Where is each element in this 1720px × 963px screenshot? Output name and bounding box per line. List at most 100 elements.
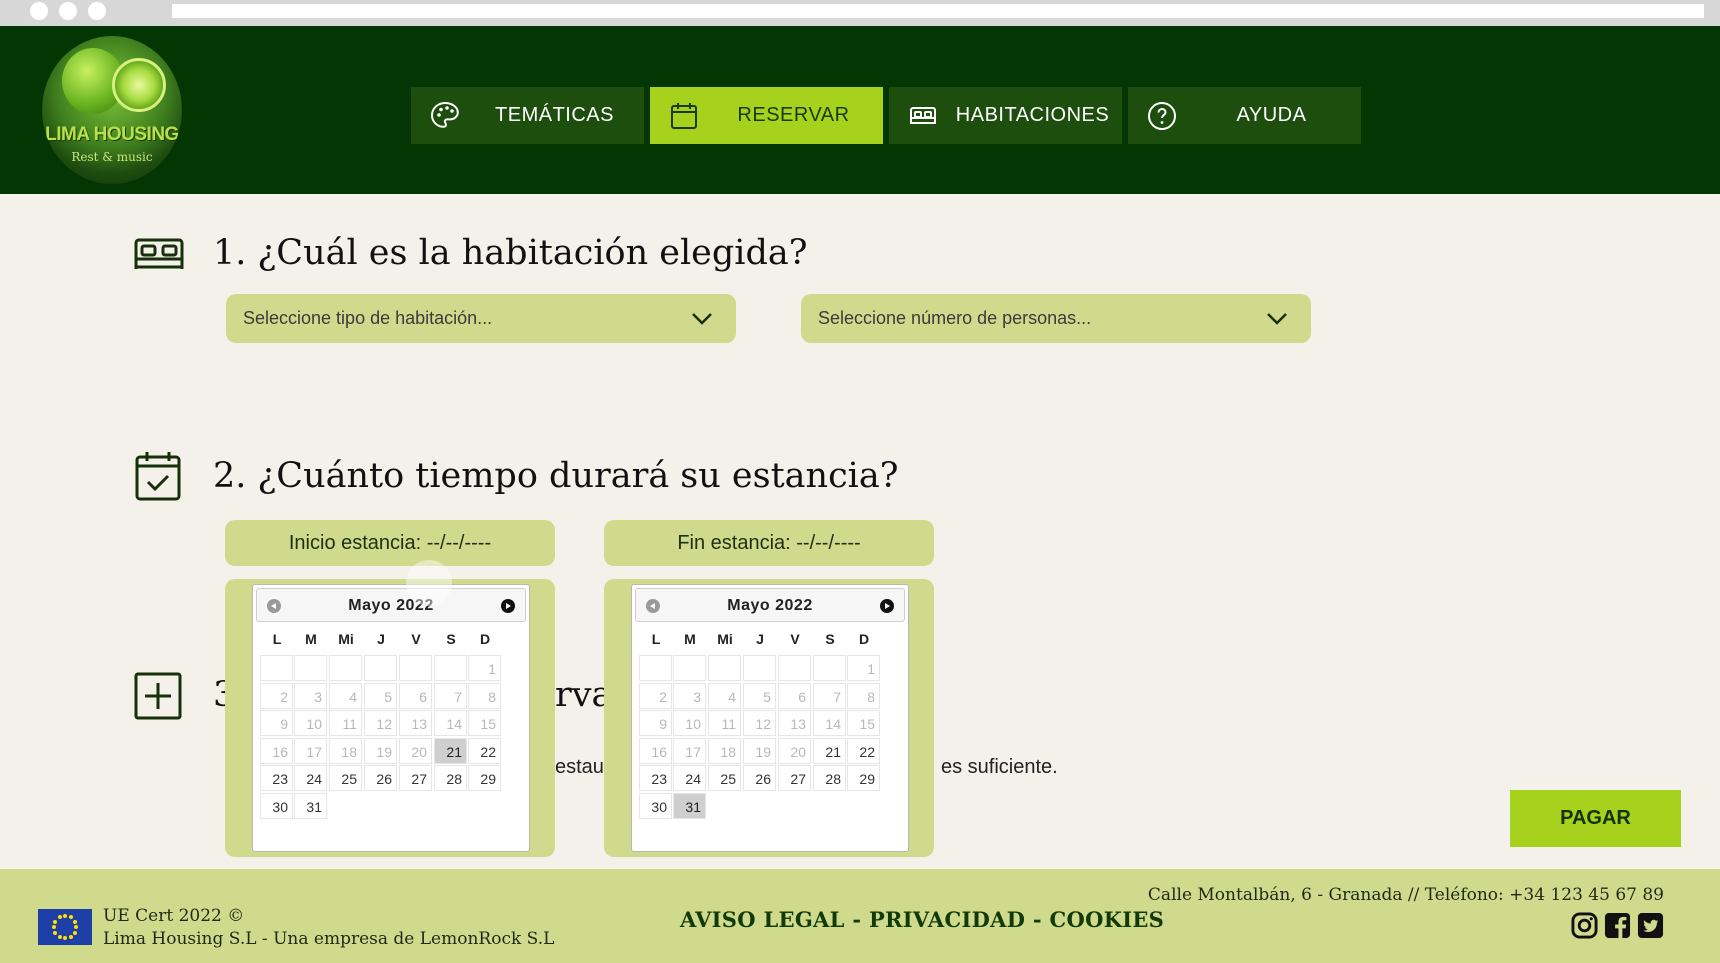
empty-day-cell xyxy=(743,655,776,681)
nav-reservar[interactable]: RESERVAR xyxy=(650,87,883,144)
calendar-day: 12 xyxy=(364,710,397,736)
calendar-day[interactable]: 26 xyxy=(364,765,397,791)
step3-text-fragment: estaur xyxy=(555,756,611,778)
site-header: LIMA HOUSING Rest & music TEMÁTICAS RESE… xyxy=(0,26,1720,194)
calendar-icon xyxy=(671,103,697,129)
calendar-day[interactable]: 22 xyxy=(847,738,880,764)
logo[interactable]: LIMA HOUSING Rest & music xyxy=(42,36,182,184)
click-ripple xyxy=(406,560,452,606)
calendar-day: 11 xyxy=(708,710,741,736)
privacidad-link[interactable]: PRIVACIDAD xyxy=(869,907,1025,932)
start-date-field[interactable]: Inicio estancia: --/--/---- xyxy=(225,520,555,566)
empty-day-cell xyxy=(778,655,811,681)
calendar-day[interactable]: 27 xyxy=(399,765,432,791)
calendar-day[interactable]: 24 xyxy=(673,765,706,791)
contact-info: Calle Montalbán, 6 - Granada // Teléfono… xyxy=(1147,885,1664,905)
calendar-day: 5 xyxy=(743,683,776,709)
calendar-day[interactable]: 29 xyxy=(847,765,880,791)
calendar-day: 8 xyxy=(468,683,501,709)
datepicker-header: Mayo 2022 xyxy=(635,588,905,622)
site-footer: UE Cert 2022 © Lima Housing S.L - Una em… xyxy=(0,869,1720,963)
calendar-check-icon xyxy=(135,452,181,501)
calendar-day: 20 xyxy=(778,738,811,764)
calendar-day: 13 xyxy=(778,710,811,736)
weekday-header: S xyxy=(825,631,835,647)
eu-star xyxy=(68,934,73,939)
step2-title: 2. ¿Cuánto tiempo durará su estancia? xyxy=(213,456,899,496)
calendar-day: 13 xyxy=(399,710,432,736)
room-type-placeholder: Seleccione tipo de habitación... xyxy=(243,308,493,328)
calendar-day[interactable]: 25 xyxy=(708,765,741,791)
calendar-day: 16 xyxy=(260,738,293,764)
calendar-day[interactable]: 30 xyxy=(639,793,672,819)
nav-label: AYUDA xyxy=(1236,104,1307,126)
calendar-day[interactable]: 25 xyxy=(329,765,362,791)
start-datepicker: Mayo 2022 L M Mi J V S D 1 2 3 4 5 6 7 8 9 10 11 12 13 14 15 1… xyxy=(252,584,530,852)
calendar-day: 2 xyxy=(639,683,672,709)
weekday-header: L xyxy=(651,631,661,647)
calendar-day: 12 xyxy=(743,710,776,736)
calendar-day[interactable]: 29 xyxy=(468,765,501,791)
calendar-day[interactable]: 28 xyxy=(813,765,846,791)
nav-tematicas[interactable]: TEMÁTICAS xyxy=(411,87,644,144)
calendar-day[interactable]: 22 xyxy=(468,738,501,764)
calendar-day[interactable]: 27 xyxy=(778,765,811,791)
aviso-legal-link[interactable]: AVISO LEGAL xyxy=(680,907,845,932)
eu-star xyxy=(57,934,62,939)
end-date-field[interactable]: Fin estancia: --/--/---- xyxy=(604,520,934,566)
weekday-header: M xyxy=(684,631,696,647)
footer-company: UE Cert 2022 © Lima Housing S.L - Una em… xyxy=(103,905,554,951)
calendar-day[interactable]: 24 xyxy=(294,765,327,791)
pay-button[interactable]: PAGAR xyxy=(1510,790,1681,847)
nav-habitaciones[interactable]: HABITACIONES xyxy=(889,87,1122,144)
calendar-day: 11 xyxy=(329,710,362,736)
calendar-day: 17 xyxy=(673,738,706,764)
calendar-day[interactable]: 21 xyxy=(434,738,467,764)
calendar-day[interactable]: 23 xyxy=(260,765,293,791)
eu-star xyxy=(52,925,56,929)
twitter-icon[interactable] xyxy=(1637,912,1664,939)
calendar-day: 7 xyxy=(813,683,846,709)
calendar-day[interactable]: 21 xyxy=(813,738,846,764)
nav-label: TEMÁTICAS xyxy=(495,104,614,126)
weekday-header: D xyxy=(479,631,491,647)
calendar-day: 3 xyxy=(673,683,706,709)
calendar-day[interactable]: 30 xyxy=(260,793,293,819)
room-type-select[interactable]: Seleccione tipo de habitación... xyxy=(226,294,736,343)
eu-flag-icon xyxy=(38,909,92,945)
link-separator: - xyxy=(1025,907,1050,932)
calendar-day[interactable]: 23 xyxy=(639,765,672,791)
calendar-day[interactable]: 31 xyxy=(673,793,706,819)
address-bar[interactable] xyxy=(172,4,1704,18)
empty-day-cell xyxy=(294,655,327,681)
calendar-day: 1 xyxy=(847,655,880,681)
calendar-day[interactable]: 28 xyxy=(434,765,467,791)
next-month-icon[interactable] xyxy=(501,599,515,613)
help-circle-icon xyxy=(1148,102,1176,130)
legal-links: AVISO LEGAL - PRIVACIDAD - COOKIES xyxy=(680,907,1164,932)
instagram-icon[interactable] xyxy=(1571,912,1598,939)
calendar-day: 6 xyxy=(399,683,432,709)
calendar-day[interactable]: 26 xyxy=(743,765,776,791)
calendar-day: 2 xyxy=(260,683,293,709)
social-links xyxy=(1571,912,1664,939)
calendar-day: 10 xyxy=(294,710,327,736)
empty-day-cell xyxy=(364,655,397,681)
eu-star xyxy=(57,915,62,920)
calendar-day[interactable]: 31 xyxy=(294,793,327,819)
datepicker-header: Mayo 2022 xyxy=(256,588,526,622)
empty-day-cell xyxy=(673,655,706,681)
cookies-link[interactable]: COOKIES xyxy=(1050,907,1165,932)
weekday-header: V xyxy=(411,631,421,647)
weekday-header: J xyxy=(756,631,764,647)
cert-line: UE Cert 2022 © xyxy=(103,906,245,926)
calendar-day: 19 xyxy=(364,738,397,764)
window-dot xyxy=(88,2,106,20)
eu-star xyxy=(53,930,58,935)
people-select[interactable]: Seleccione número de personas... xyxy=(801,294,1311,343)
facebook-icon[interactable] xyxy=(1604,912,1631,939)
nav-ayuda[interactable]: AYUDA xyxy=(1128,87,1361,144)
eu-star xyxy=(72,919,77,924)
bed-icon xyxy=(134,238,184,269)
next-month-icon[interactable] xyxy=(880,599,894,613)
